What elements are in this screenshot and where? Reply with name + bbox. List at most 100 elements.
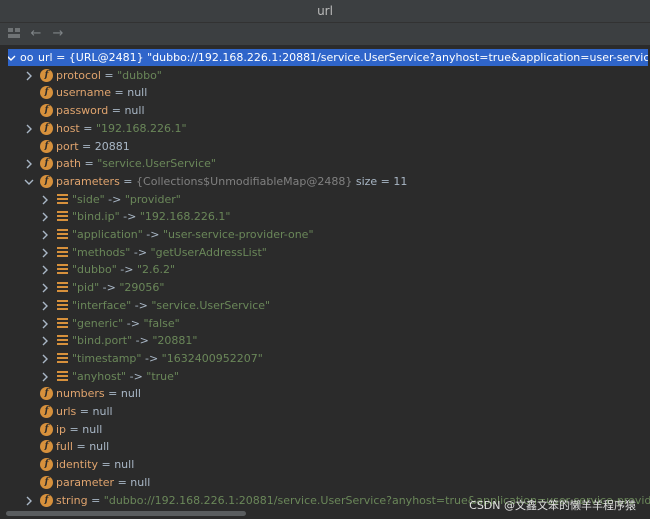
chevron-right-icon[interactable] — [40, 315, 50, 332]
map-entry-icon — [57, 352, 68, 364]
field-value: null — [120, 387, 141, 401]
map-entry-icon — [57, 264, 68, 275]
variables-panel-icon[interactable] — [6, 26, 22, 42]
map-key: "methods" — [72, 245, 131, 259]
field-value: null — [114, 458, 135, 472]
field-name: password — [56, 104, 109, 118]
chevron-right-icon[interactable] — [24, 120, 34, 137]
chevron-right-icon[interactable] — [40, 261, 50, 278]
field-name: host — [56, 121, 80, 135]
field-icon: f — [40, 104, 53, 118]
watermark: CSDN @文鑫文笨的懒羊羊程序猿 — [469, 499, 636, 512]
map-entry-icon — [57, 193, 68, 205]
chevron-right-icon[interactable] — [40, 226, 50, 243]
map-entry-row[interactable]: "methods" -> "getUserAddressList" — [0, 244, 650, 261]
field-value: null — [130, 475, 151, 489]
chevron-right-icon[interactable] — [24, 155, 34, 172]
map-entry-icon — [57, 335, 68, 346]
chevron-right-icon[interactable] — [40, 297, 50, 314]
field-name: protocol — [56, 68, 101, 82]
map-value: "getUserAddressList" — [150, 245, 267, 259]
map-key: "interface" — [72, 298, 132, 312]
field-row[interactable]: f numbers = null — [0, 385, 650, 402]
chevron-right-icon[interactable] — [24, 492, 34, 508]
map-value: "service.UserService" — [151, 298, 271, 312]
field-icon: f — [40, 422, 53, 436]
field-name: parameter — [56, 475, 115, 489]
field-value: "dubbo" — [117, 68, 162, 82]
map-entry-row[interactable]: "bind.port" -> "20881" — [0, 332, 650, 349]
map-entry-row[interactable]: "interface" -> "service.UserService" — [0, 297, 650, 314]
field-icon: f — [40, 139, 53, 153]
field-value: null — [82, 422, 103, 436]
debugger-toolbar: ← → — [0, 23, 650, 46]
field-row[interactable]: f host = "192.168.226.1" — [0, 120, 650, 137]
field-icon: f — [40, 440, 53, 454]
field-row[interactable]: f username = null — [0, 84, 650, 101]
field-value: "service.UserService" — [97, 157, 216, 171]
map-entry-icon — [57, 229, 68, 240]
field-icon: f — [40, 387, 53, 401]
map-entry-row[interactable]: "application" -> "user-service-provider-… — [0, 226, 650, 243]
map-entry-row[interactable]: "generic" -> "false" — [0, 315, 650, 332]
field-value: {Collections$UnmodifiableMap@2488} — [136, 174, 353, 188]
field-row[interactable]: f urls = null — [0, 403, 650, 420]
scrollbar-thumb[interactable] — [6, 511, 246, 516]
field-value: null — [127, 86, 148, 100]
map-value: "1632400952207" — [161, 351, 263, 365]
field-row[interactable]: f parameter = null — [0, 474, 650, 491]
map-entry-row[interactable]: "bind.ip" -> "192.168.226.1" — [0, 208, 650, 225]
map-value: "20881" — [152, 334, 198, 348]
map-key: "side" — [72, 192, 105, 206]
tree-root-row[interactable]: oo url = {URL@2481} "dubbo://192.168.226… — [8, 49, 648, 66]
field-row[interactable]: f full = null — [0, 438, 650, 455]
field-row[interactable]: f identity = null — [0, 456, 650, 473]
map-entry-row[interactable]: "pid" -> "29056" — [0, 279, 650, 296]
chevron-right-icon[interactable] — [40, 244, 50, 261]
field-row[interactable]: f parameters = {Collections$UnmodifiableM… — [0, 173, 650, 190]
chevron-right-icon[interactable] — [40, 208, 50, 225]
forward-arrow-icon[interactable]: → — [50, 26, 66, 42]
field-name: numbers — [56, 387, 105, 401]
field-value: null — [124, 104, 145, 118]
field-value: "192.168.226.1" — [95, 121, 187, 135]
back-arrow-icon[interactable]: ← — [28, 26, 44, 42]
chevron-right-icon[interactable] — [24, 67, 34, 84]
map-entry-row[interactable]: "side" -> "provider" — [0, 191, 650, 208]
chevron-down-icon[interactable] — [8, 49, 16, 66]
field-row[interactable]: f path = "service.UserService" — [0, 155, 650, 172]
field-row[interactable]: f password = null — [0, 102, 650, 119]
chevron-right-icon[interactable] — [40, 332, 50, 349]
chevron-right-icon[interactable] — [40, 350, 50, 367]
map-entry-row[interactable]: "timestamp" -> "1632400952207" — [0, 350, 650, 367]
map-value: "29056" — [119, 281, 165, 295]
field-icon: f — [40, 157, 53, 171]
field-row[interactable]: f protocol = "dubbo" — [0, 67, 650, 84]
chevron-right-icon[interactable] — [40, 191, 50, 208]
field-name: string — [56, 493, 88, 507]
chevron-right-icon[interactable] — [40, 279, 50, 296]
map-entry-icon — [57, 282, 68, 293]
root-value: {URL@2481} "dubbo://192.168.226.1:20881/… — [68, 51, 648, 64]
field-value: 20881 — [94, 139, 130, 153]
field-icon: f — [40, 86, 53, 100]
field-row[interactable]: f port = 20881 — [0, 138, 650, 155]
field-name: port — [56, 139, 79, 153]
map-key: "bind.port" — [72, 334, 133, 348]
chevron-down-icon[interactable] — [24, 173, 34, 190]
map-entry-icon — [57, 211, 68, 222]
map-entry-icon — [57, 246, 68, 258]
field-size: size = 11 — [355, 174, 408, 188]
field-value: null — [92, 405, 113, 418]
map-entry-row[interactable]: "anyhost" -> "true" — [0, 368, 650, 385]
field-icon: f — [40, 121, 53, 135]
map-entry-row[interactable]: "dubbo" -> "2.6.2" — [0, 261, 650, 278]
field-value: null — [89, 440, 110, 454]
field-name: path — [56, 157, 82, 171]
map-key: "pid" — [72, 281, 100, 295]
field-icon: f — [40, 493, 53, 507]
field-icon: f — [40, 68, 53, 82]
map-value: "2.6.2" — [136, 263, 176, 277]
field-row[interactable]: f ip = null — [0, 421, 650, 438]
chevron-right-icon[interactable] — [40, 368, 50, 385]
